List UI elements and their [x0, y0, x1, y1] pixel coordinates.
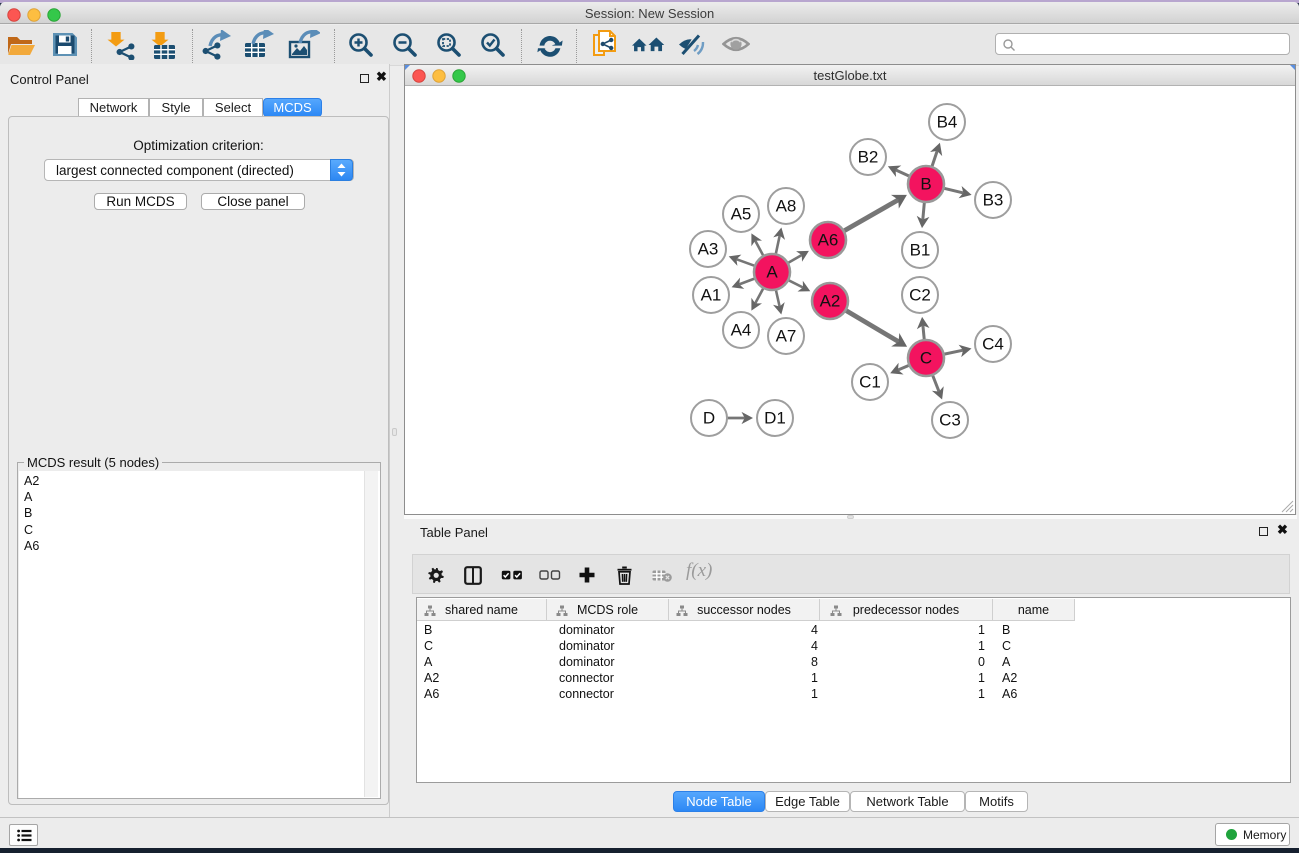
svg-text:A1: A1 — [701, 286, 722, 305]
svg-text:B2: B2 — [858, 148, 879, 167]
svg-text:D1: D1 — [764, 409, 786, 428]
svg-text:A: A — [766, 263, 778, 282]
svg-text:C4: C4 — [982, 335, 1004, 354]
svg-text:B: B — [920, 175, 931, 194]
svg-text:A6: A6 — [818, 231, 839, 250]
svg-text:C: C — [920, 349, 932, 368]
svg-text:C3: C3 — [939, 411, 961, 430]
svg-text:B4: B4 — [937, 113, 958, 132]
svg-text:A4: A4 — [731, 321, 752, 340]
svg-text:B1: B1 — [910, 241, 931, 260]
svg-text:A5: A5 — [731, 205, 752, 224]
svg-text:D: D — [703, 409, 715, 428]
svg-text:B3: B3 — [983, 191, 1004, 210]
svg-text:A2: A2 — [820, 292, 841, 311]
svg-text:A3: A3 — [698, 240, 719, 259]
svg-text:A8: A8 — [776, 197, 797, 216]
svg-text:C2: C2 — [909, 286, 931, 305]
svg-text:A7: A7 — [776, 327, 797, 346]
svg-text:C1: C1 — [859, 373, 881, 392]
